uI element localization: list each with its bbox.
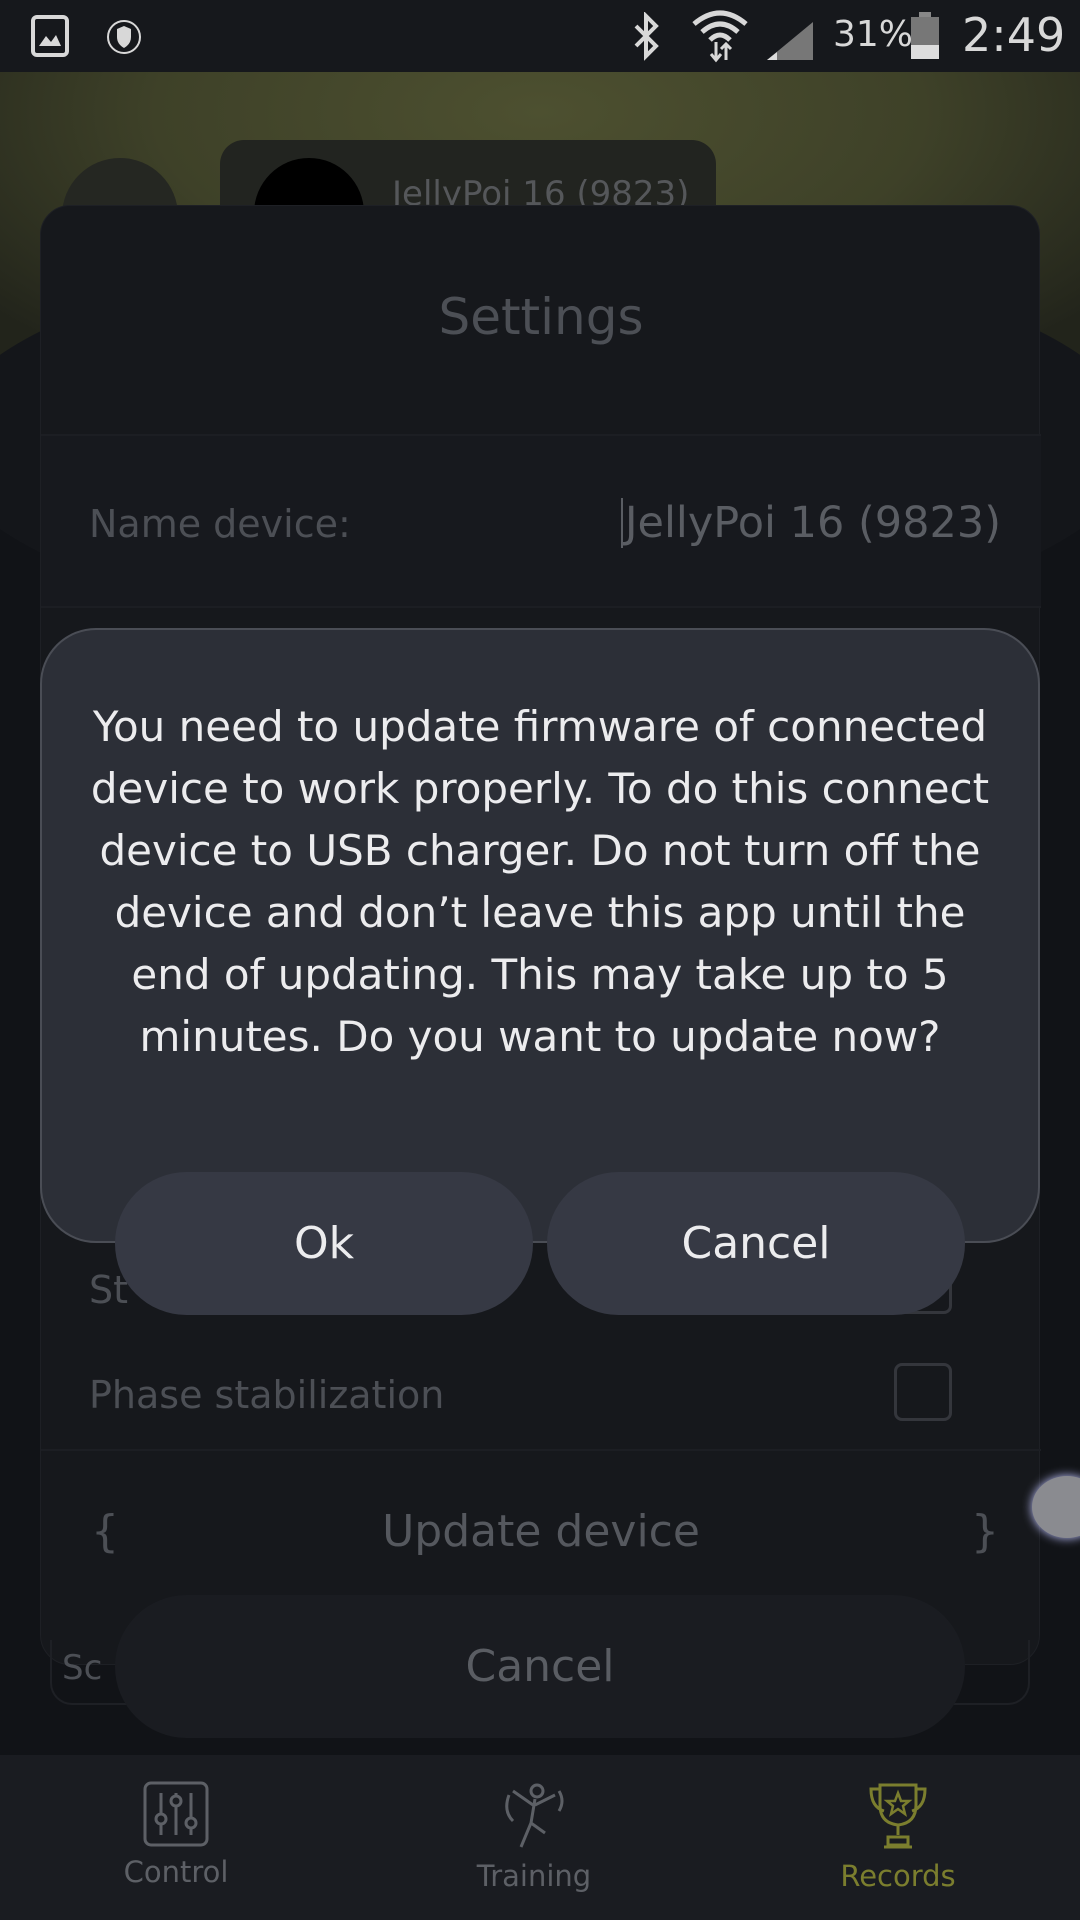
nav-control[interactable]: Control (56, 1755, 296, 1920)
status-bar: 31% 2:49 (0, 0, 1080, 72)
name-device-input[interactable]: JellyPoi 16 (9823) (620, 498, 1001, 548)
phase-stabilization-label: Phase stabilization (89, 1373, 445, 1417)
bottom-nav: Control Training Records (0, 1755, 1080, 1920)
gallery-icon (31, 15, 69, 57)
nav-control-label: Control (123, 1855, 229, 1889)
name-device-label: Name device: (89, 502, 351, 546)
juggler-icon (505, 1783, 564, 1848)
divider (41, 606, 1041, 608)
sliders-icon (143, 1781, 209, 1847)
settings-title: Settings (438, 288, 644, 346)
nav-training-label: Training (476, 1859, 592, 1893)
wifi-icon (692, 10, 748, 63)
dialog-message: You need to update firmware of connected… (90, 702, 990, 1061)
battery-percent: 31% (833, 14, 914, 55)
battery-icon (911, 12, 939, 59)
nav-records-label: Records (840, 1859, 956, 1893)
bluetooth-icon (634, 12, 659, 61)
clock: 2:49 (962, 8, 1066, 62)
vpn-shield-icon (107, 20, 141, 54)
dialog-cancel-button[interactable]: Cancel (547, 1172, 965, 1315)
signal-icon (767, 22, 813, 60)
brace-right: } (971, 1506, 999, 1557)
firmware-update-dialog: You need to update firmware of connected… (40, 628, 1040, 1243)
settings-cancel-button[interactable]: Cancel (115, 1595, 965, 1738)
nav-records[interactable]: Records (778, 1755, 1018, 1920)
phase-stabilization-checkbox[interactable] (894, 1363, 952, 1421)
divider (41, 1449, 1041, 1451)
partial-row-label: Sc (62, 1648, 103, 1688)
update-device-button[interactable]: Update device (41, 1506, 1041, 1557)
trophy-icon (869, 1783, 927, 1849)
ok-button[interactable]: Ok (115, 1172, 533, 1315)
nav-training[interactable]: Training (414, 1755, 654, 1920)
